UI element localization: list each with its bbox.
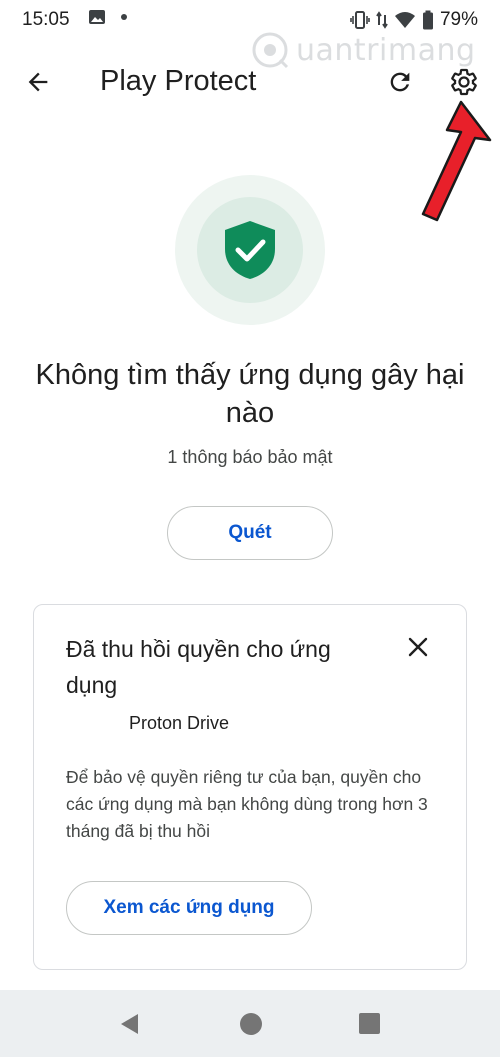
card-body-text: Để bảo vệ quyền riêng tư của bạn, quyền … <box>66 767 428 841</box>
settings-button[interactable] <box>444 62 484 102</box>
nav-home-icon[interactable] <box>240 1013 262 1035</box>
scan-button[interactable]: Quét <box>167 506 333 560</box>
vibrate-icon <box>350 11 370 29</box>
status-left-icons <box>88 9 128 25</box>
annotation-arrow-icon <box>421 100 492 222</box>
back-button[interactable] <box>18 62 58 102</box>
gear-icon <box>451 68 477 96</box>
view-apps-button[interactable]: Xem các ứng dụng <box>66 881 312 935</box>
arrow-back-icon <box>28 72 48 92</box>
wifi-icon <box>394 12 415 28</box>
shield-badge-inner <box>197 197 303 303</box>
battery-percent: 79% <box>439 9 478 30</box>
close-icon <box>408 637 428 657</box>
image-icon <box>89 10 105 24</box>
refresh-button[interactable] <box>380 62 420 102</box>
security-notice-count: 1 thông báo bảo mật <box>167 447 333 467</box>
card-title: Đã thu hồi quyền cho ứng dụng <box>66 636 331 698</box>
card-app-name: Proton Drive <box>129 713 230 733</box>
card-close-button[interactable] <box>400 629 436 665</box>
nav-recents-icon[interactable] <box>359 1013 380 1034</box>
permissions-revoked-card: Đã thu hồi quyền cho ứng dụng Proton Dri… <box>33 604 467 970</box>
battery-icon <box>422 10 433 30</box>
status-headline: Không tìm thấy ứng dụng gây hại nào <box>35 359 465 429</box>
dot-icon <box>121 14 127 20</box>
screen: 15:05 79% uantrimang Play Protect Không … <box>0 0 500 1057</box>
shield-badge <box>175 175 325 325</box>
system-nav-bar <box>0 990 500 1057</box>
shield-check-icon <box>225 221 275 279</box>
status-time: 15:05 <box>22 9 70 30</box>
nav-back-icon[interactable] <box>118 1012 142 1036</box>
page-title: Play Protect <box>100 65 257 97</box>
refresh-icon <box>390 72 410 92</box>
data-icon <box>376 11 388 29</box>
status-right-icons: 79% <box>350 9 478 31</box>
